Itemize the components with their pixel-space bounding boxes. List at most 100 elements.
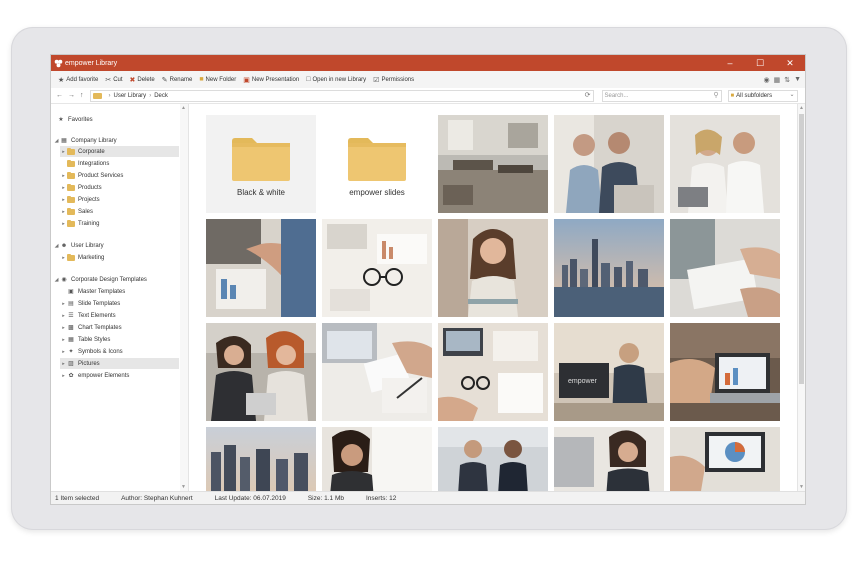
picture-thumbnail-two-women-laptop[interactable] — [206, 323, 316, 421]
new-folder-button[interactable]: ■ New Folder — [199, 76, 236, 83]
collapse-triangle-icon[interactable]: ▸ — [60, 373, 67, 379]
collapse-triangle-icon[interactable]: ▸ — [60, 221, 67, 227]
tree-item-projects[interactable]: ▸ Projects — [60, 194, 100, 205]
minimize-button[interactable]: – — [715, 55, 745, 71]
delete-button[interactable]: ✖ Delete — [130, 76, 155, 84]
scroll-down-icon[interactable]: ▼ — [181, 484, 186, 490]
bar-chart-icon: ▩ — [68, 325, 74, 331]
picture-thumbnail-tablet-hands[interactable] — [670, 219, 780, 317]
picture-thumbnail-city-skyline[interactable] — [554, 219, 664, 317]
tree-item-slide-templates[interactable]: ▸ ▤ Slide Templates — [60, 298, 120, 309]
breadcrumb-item-deck[interactable]: Deck — [154, 93, 168, 99]
picture-thumbnail-man-empower-laptop[interactable]: empower — [554, 323, 664, 421]
up-arrow-icon[interactable]: ↑ — [80, 92, 84, 99]
scroll-up-icon[interactable]: ▲ — [799, 105, 804, 111]
content-scrollbar[interactable]: ▲ ▼ — [797, 104, 805, 491]
picture-thumbnail-laptop-pen[interactable] — [322, 323, 432, 421]
new-presentation-button[interactable]: ▣ New Presentation — [243, 76, 299, 84]
woman-tablet-photo — [554, 427, 664, 491]
collapse-triangle-icon[interactable]: ▸ — [60, 361, 67, 367]
folder-tile-black-white[interactable]: Black & white — [206, 115, 316, 213]
filter-icon[interactable]: ▼ — [794, 76, 801, 83]
close-button[interactable]: ✕ — [775, 55, 805, 71]
folder-label: empower slides — [349, 188, 405, 197]
tree-item-empower-elements[interactable]: ▸ ✿ empower Elements — [60, 370, 129, 381]
picture-thumbnail-desk-top-view[interactable] — [438, 323, 548, 421]
expand-triangle-icon[interactable]: ◢ — [53, 243, 60, 249]
picture-thumbnail-team-meeting[interactable] — [554, 115, 664, 213]
star-plus-icon: ★ — [58, 76, 65, 84]
tree-item-integrations[interactable]: Integrations — [60, 158, 109, 169]
subfolder-filter-select[interactable]: ■ All subfolders ⌄ — [727, 89, 798, 102]
tree-item-text-elements[interactable]: ▸ ☰ Text Elements — [60, 310, 115, 321]
picture-thumbnail-hands-documents[interactable] — [206, 219, 316, 317]
picture-thumbnail-city-sunset[interactable] — [206, 427, 316, 491]
picture-thumbnail-man-laptop-chart[interactable] — [670, 323, 780, 421]
breadcrumb-item-user-library[interactable]: User Library — [114, 93, 147, 99]
folder-tile-empower-slides[interactable]: empower slides — [322, 115, 432, 213]
picture-thumbnail-office-interior[interactable] — [438, 115, 548, 213]
tree-item-training[interactable]: ▸ Training — [60, 218, 99, 229]
collapse-triangle-icon[interactable]: ▸ — [60, 197, 67, 203]
picture-thumbnail-woman-glasses[interactable] — [438, 219, 548, 317]
maximize-button[interactable]: ☐ — [745, 55, 775, 71]
rename-button[interactable]: ✎ Rename — [162, 76, 193, 84]
add-favorite-button[interactable]: ★ Add favorite — [58, 76, 98, 84]
status-inserts: Inserts: 12 — [365, 495, 397, 502]
tree-item-product-services[interactable]: ▸ Product Services — [60, 170, 123, 181]
folder-icon — [92, 92, 102, 99]
collapse-triangle-icon[interactable]: ▸ — [60, 313, 67, 319]
picture-thumbnail-business-people[interactable] — [438, 427, 548, 491]
picture-thumbnail-laptop-pie-chart[interactable] — [670, 427, 780, 491]
scroll-up-icon[interactable]: ▲ — [181, 105, 186, 111]
collapse-triangle-icon[interactable]: ▸ — [60, 149, 67, 155]
tree-item-symbols-icons[interactable]: ▸ ✦ Symbols & Icons — [60, 346, 122, 357]
cut-button[interactable]: ✂ Cut — [105, 76, 122, 84]
tree-item-sales[interactable]: ▸ Sales — [60, 206, 93, 217]
tree-user-library[interactable]: ◢ ☻ User Library — [53, 240, 104, 251]
picture-thumbnail-woman-tablet[interactable] — [554, 427, 664, 491]
permissions-button[interactable]: ☑ Permissions — [373, 76, 414, 84]
expand-triangle-icon[interactable]: ◢ — [53, 277, 60, 283]
tree-item-products[interactable]: ▸ Products — [60, 182, 102, 193]
scissors-icon: ✂ — [105, 76, 112, 84]
building-icon: ▦ — [61, 138, 67, 144]
tree-item-pictures[interactable]: ▸ ▨ Pictures — [60, 358, 179, 369]
sidebar-scrollbar[interactable]: ▲ ▼ — [180, 104, 189, 491]
view-grid-icon[interactable]: ▦ — [774, 76, 781, 84]
collapse-triangle-icon[interactable]: ▸ — [60, 337, 67, 343]
tree-company-library[interactable]: ◢ ▦ Company Library — [53, 135, 117, 146]
collapse-triangle-icon[interactable]: ▸ — [60, 185, 67, 191]
open-in-new-library-button[interactable]: □ Open in new Library — [306, 76, 366, 83]
picture-thumbnail-couple-laptop[interactable] — [670, 115, 780, 213]
tree-item-marketing[interactable]: ▸ Marketing — [60, 252, 104, 263]
collapse-triangle-icon[interactable]: ▸ — [60, 325, 67, 331]
empower-logo-icon: ✿ — [68, 373, 74, 379]
tree-item-corporate[interactable]: ▸ Corporate — [60, 146, 179, 157]
expand-triangle-icon[interactable]: ◢ — [53, 138, 60, 144]
sort-icon[interactable]: ⇅ — [784, 76, 790, 84]
collapse-triangle-icon[interactable]: ▸ — [60, 301, 67, 307]
tree-favorites[interactable]: ★ Favorites — [57, 114, 92, 125]
tree-item-table-styles[interactable]: ▸ ▦ Table Styles — [60, 334, 110, 345]
search-icon[interactable]: ⚲ — [713, 91, 718, 99]
tree-item-master-templates[interactable]: ▣ Master Templates — [60, 286, 125, 297]
collapse-triangle-icon[interactable]: ▸ — [60, 209, 67, 215]
refresh-icon[interactable]: ⟳ — [585, 91, 591, 99]
picture-thumbnail-woman-window[interactable] — [322, 427, 432, 491]
forward-arrow-icon[interactable]: → — [68, 92, 75, 99]
collapse-triangle-icon[interactable]: ▸ — [60, 173, 67, 179]
hands-documents-photo — [206, 219, 316, 317]
tree-item-chart-templates[interactable]: ▸ ▩ Chart Templates — [60, 322, 121, 333]
picture-thumbnail-glasses-charts[interactable] — [322, 219, 432, 317]
tree-corporate-design-templates[interactable]: ◢ ◉ Corporate Design Templates — [53, 274, 147, 285]
back-arrow-icon[interactable]: ← — [56, 92, 63, 99]
scrollbar-thumb[interactable] — [799, 114, 804, 384]
collapse-triangle-icon[interactable]: ▸ — [60, 349, 67, 355]
scroll-down-icon[interactable]: ▼ — [799, 484, 804, 490]
search-input[interactable]: Search... ⚲ — [601, 89, 722, 102]
globe-icon[interactable]: ◉ — [763, 76, 769, 84]
breadcrumb[interactable]: › User Library › Deck ⟳ — [89, 89, 594, 102]
team-meeting-photo — [554, 115, 664, 213]
collapse-triangle-icon[interactable]: ▸ — [60, 255, 67, 261]
